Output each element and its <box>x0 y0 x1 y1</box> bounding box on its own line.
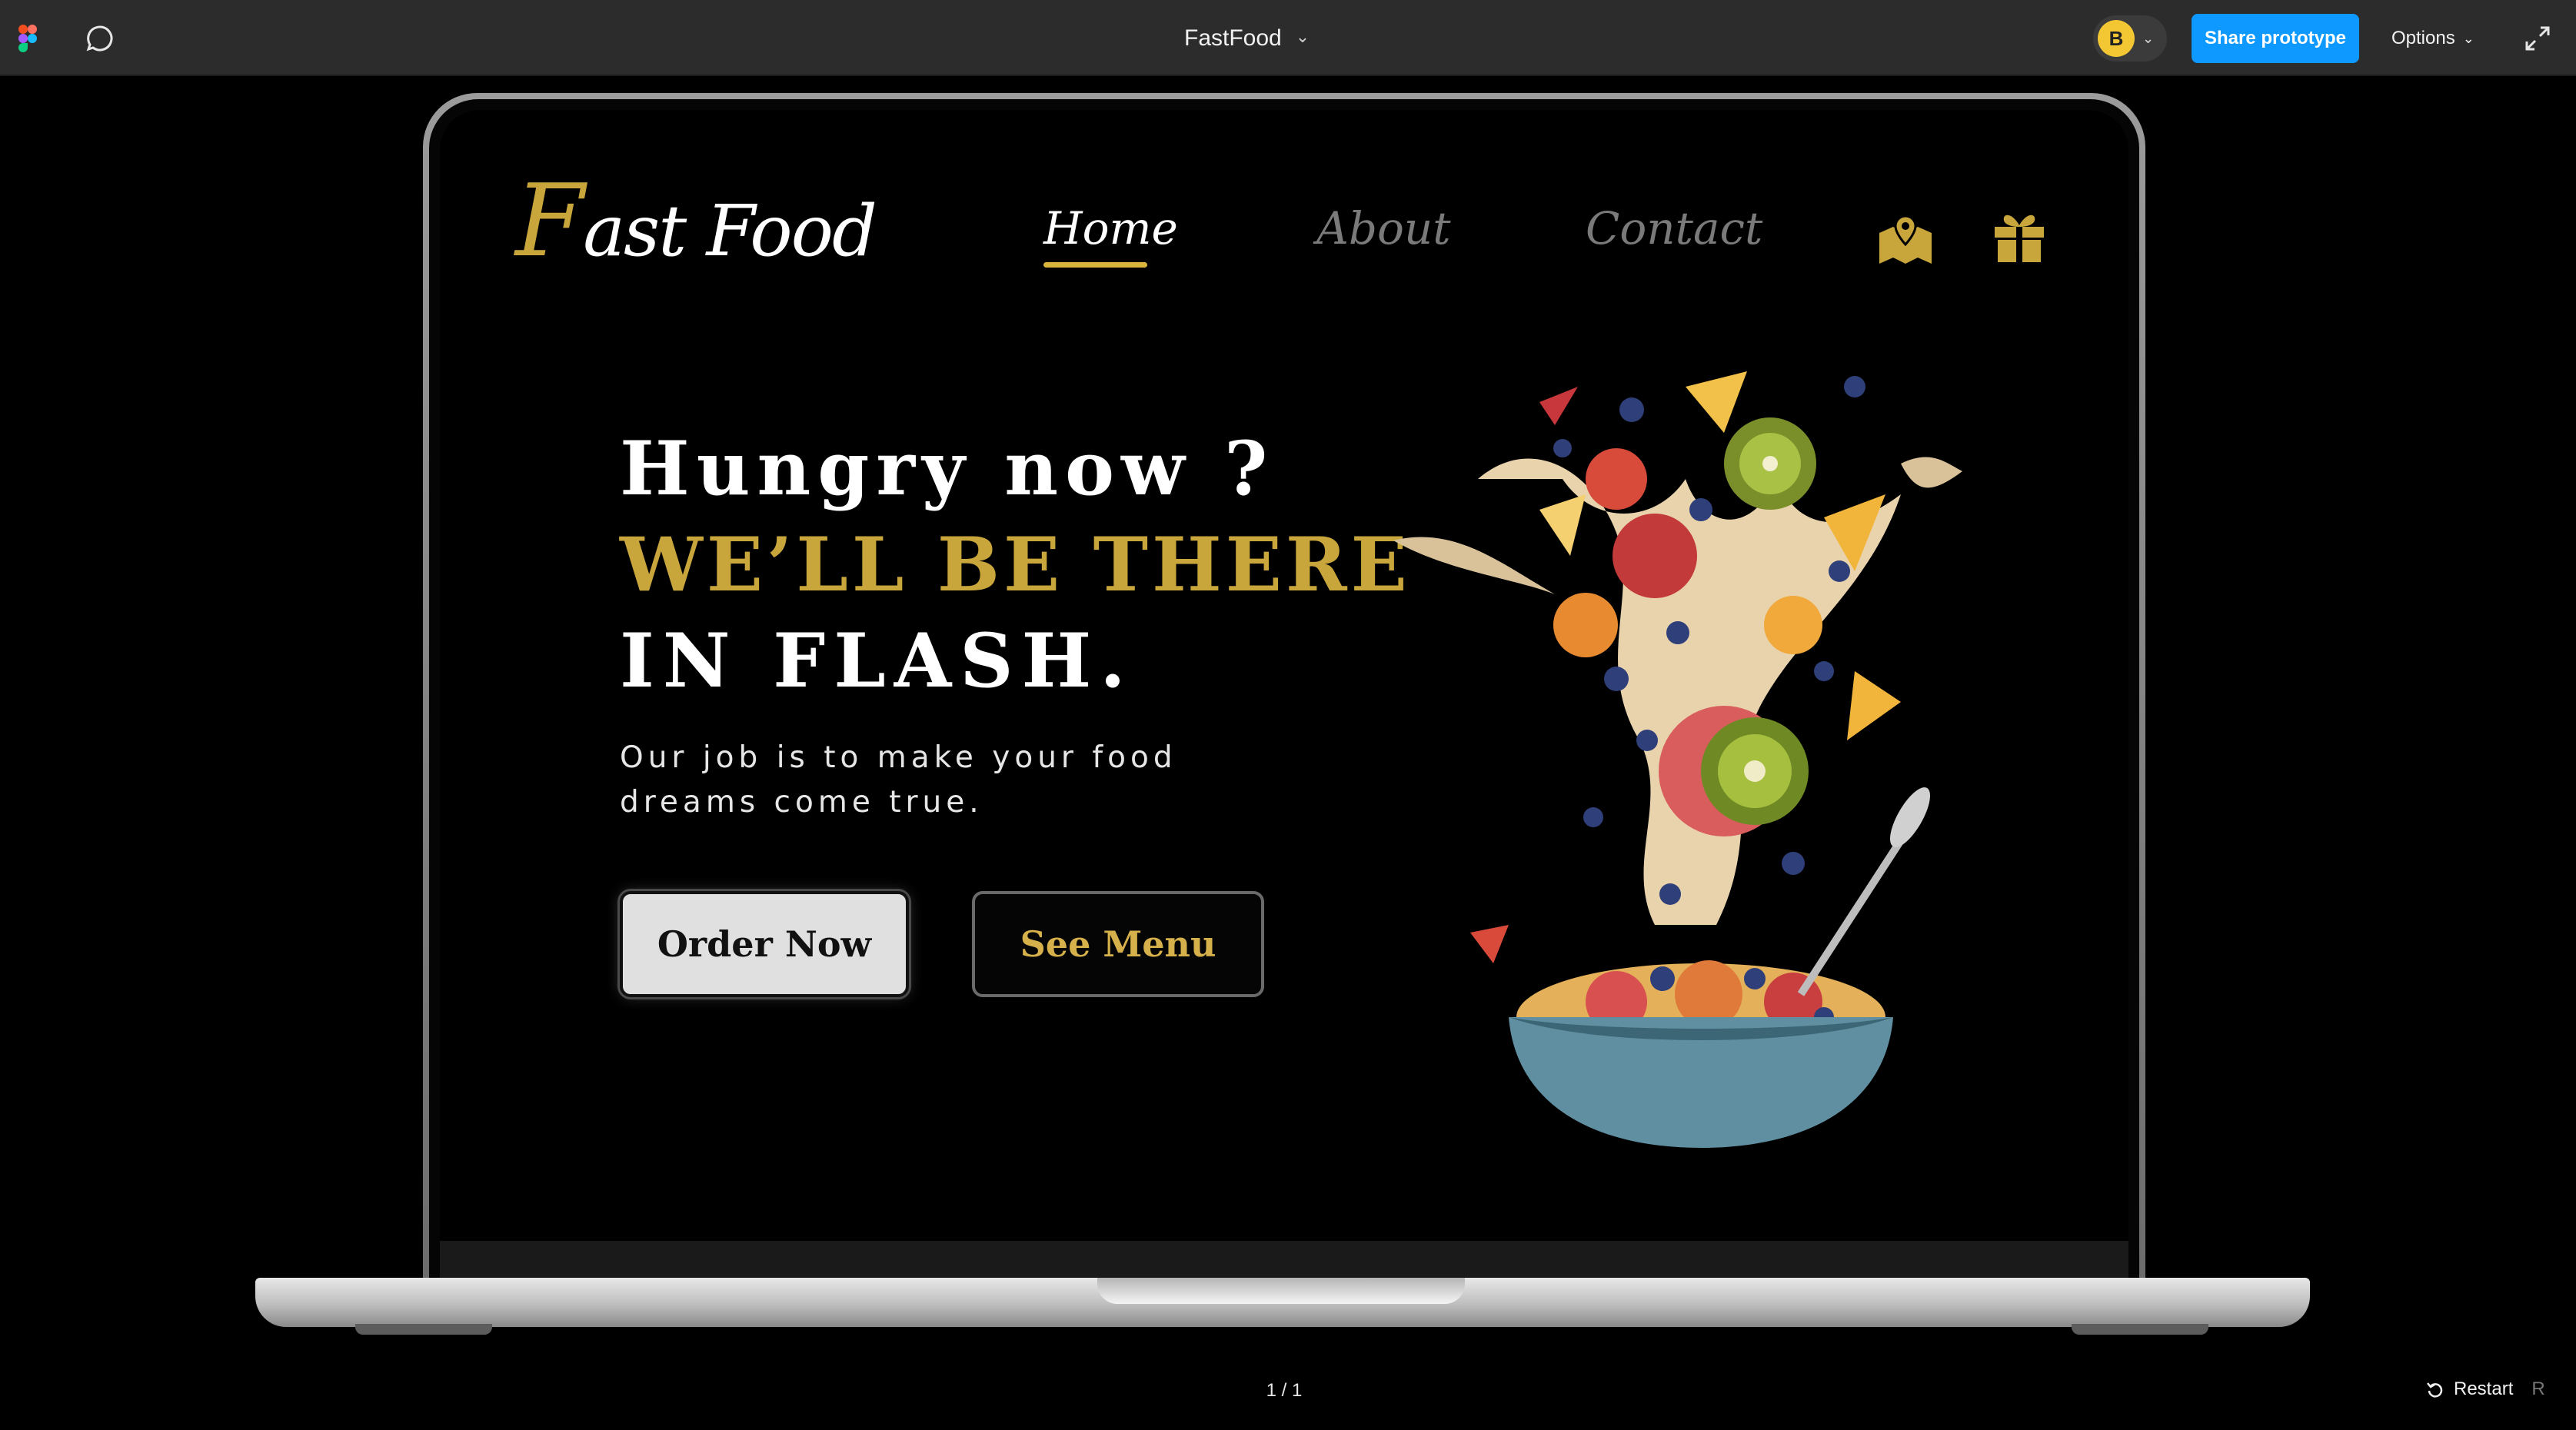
hero-line-2: WE’LL BE THERE <box>620 521 1411 608</box>
gift-icon[interactable] <box>1993 211 2045 264</box>
chevron-down-icon: ⌄ <box>2462 30 2474 46</box>
figma-logo-icon[interactable] <box>17 23 40 54</box>
nav-home[interactable]: Home <box>1043 202 1178 268</box>
laptop-foot <box>2072 1324 2208 1335</box>
logo-initial: F <box>515 162 584 279</box>
nav-about[interactable]: About <box>1316 202 1451 254</box>
laptop-base <box>255 1278 2310 1327</box>
nav-contact[interactable]: Contact <box>1586 202 1762 254</box>
hero-line-1: Hungry now ? <box>620 425 1275 512</box>
user-menu[interactable]: B ⌄ <box>2093 15 2167 62</box>
see-menu-button[interactable]: See Menu <box>972 891 1264 997</box>
expand-icon[interactable] <box>2524 25 2551 52</box>
avatar: B <box>2098 20 2135 57</box>
site-logo[interactable]: Fast Food <box>515 162 877 279</box>
restart-button[interactable]: Restart R <box>2426 1378 2545 1400</box>
file-title-menu[interactable]: FastFood ⌄ <box>1184 22 1310 55</box>
restart-icon <box>2427 1382 2443 1398</box>
fruit-bowl-image <box>1393 371 1962 1148</box>
options-label: Options <box>2391 28 2455 48</box>
restart-label: Restart <box>2454 1378 2514 1399</box>
hero-tagline: Our job is to make your food dreams come… <box>620 740 1177 820</box>
restart-shortcut: R <box>2531 1378 2545 1399</box>
laptop-bezel: Fast Food Home About Contact Hungry now … <box>429 99 2139 1289</box>
page-counter: 1 / 1 <box>1266 1380 1303 1401</box>
chevron-down-icon: ⌄ <box>2142 30 2155 46</box>
options-menu[interactable]: Options ⌄ <box>2391 22 2474 55</box>
share-prototype-button[interactable]: Share prototype <box>2192 14 2359 63</box>
hero-line-3: IN FLASH. <box>620 617 1134 704</box>
map-icon[interactable] <box>1878 214 1933 265</box>
prototype-screen: Fast Food Home About Contact Hungry now … <box>440 110 2128 1289</box>
logo-text: ast Food <box>583 190 877 272</box>
chevron-down-icon: ⌄ <box>1295 27 1310 46</box>
laptop-frame: Fast Food Home About Contact Hungry now … <box>423 93 2145 1289</box>
laptop-foot <box>355 1324 492 1335</box>
file-title: FastFood <box>1184 25 1282 51</box>
laptop-notch <box>1097 1278 1465 1304</box>
prototype-toolbar: FastFood ⌄ B ⌄ Share prototype Options ⌄ <box>0 0 2576 76</box>
comment-icon[interactable] <box>85 23 115 54</box>
order-now-button[interactable]: Order Now <box>620 891 909 997</box>
